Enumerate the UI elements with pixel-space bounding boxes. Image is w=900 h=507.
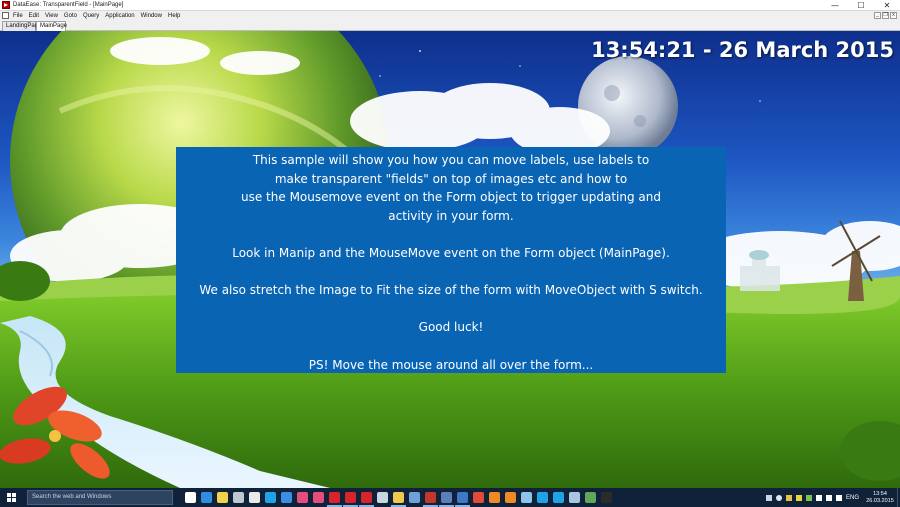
computer-icon[interactable] [455, 492, 470, 507]
skype-icon-3[interactable] [553, 492, 564, 503]
tab-mainpage[interactable]: MainPage [36, 21, 67, 31]
notification-icon[interactable] [835, 494, 842, 501]
info-panel: This sample will show you how you can mo… [176, 147, 726, 373]
app-icon-3[interactable] [313, 492, 324, 503]
dataease-icon-3[interactable] [359, 492, 374, 507]
form-background-image[interactable]: 13:54:21 - 26 March 2015 This sample wil… [0, 31, 900, 488]
app-icon-9[interactable] [569, 492, 580, 503]
menu-query[interactable]: Query [83, 13, 99, 19]
menu-help[interactable]: Help [168, 13, 180, 19]
menu-bar: File Edit View Goto Query Application Wi… [0, 11, 900, 20]
info-gap [176, 337, 726, 356]
mdi-close-button[interactable]: x [890, 12, 897, 19]
skype-icon-2[interactable] [537, 492, 548, 503]
chrome-icon[interactable] [473, 492, 484, 503]
windows-logo-icon [6, 493, 16, 502]
mdi-minimize-button[interactable]: _ [874, 12, 881, 19]
menu-view[interactable]: View [45, 13, 58, 19]
menu-edit[interactable]: Edit [29, 13, 39, 19]
taskbar-date: 26.03.2015 [866, 497, 894, 504]
dataease-app-icon[interactable] [2, 1, 10, 9]
start-button[interactable] [0, 488, 22, 507]
skype-icon[interactable] [265, 492, 276, 503]
pen-icon[interactable] [233, 492, 244, 503]
maximize-button[interactable]: ☐ [848, 0, 874, 11]
menu-file[interactable]: File [13, 13, 23, 19]
window-controls: — ☐ ✕ [822, 0, 900, 11]
taskbar-clock[interactable]: 13:54 26.03.2015 [865, 491, 895, 505]
app-icon-10[interactable] [585, 492, 596, 503]
document-icon[interactable] [2, 12, 9, 19]
info-line: PS! Move the mouse around all over the f… [308, 357, 594, 372]
store-icon[interactable] [249, 492, 260, 503]
info-line: activity in your form. [388, 208, 514, 223]
window-title: DataEase: TransparentField - [MainPage] [13, 2, 124, 8]
dataease-icon[interactable] [327, 492, 342, 507]
terminal-icon[interactable] [601, 492, 612, 503]
grid-icon[interactable] [765, 494, 772, 501]
close-button[interactable]: ✕ [874, 0, 900, 11]
tab-strip: LandingPage MainPage [0, 20, 900, 31]
info-line: make transparent "fields" on top of imag… [274, 171, 628, 186]
firefox-icon-2[interactable] [505, 492, 516, 503]
info-line: We also stretch the Image to Fit the siz… [199, 283, 703, 298]
menu-window[interactable]: Window [141, 13, 162, 19]
clock-label: 13:54:21 - 26 March 2015 [591, 38, 894, 62]
network-icon[interactable] [815, 494, 822, 501]
camera-icon[interactable] [805, 494, 812, 501]
taskbar-pinned-icons [185, 492, 612, 507]
app-icon-1[interactable] [281, 492, 292, 503]
app-icon-4[interactable] [377, 492, 388, 503]
taskbar: Search the web and Windows ENG 13:54 26.… [0, 488, 900, 507]
edge-browser-icon[interactable] [201, 492, 212, 503]
cloud-icon[interactable] [775, 494, 782, 501]
system-tray: ENG 13:54 26.03.2015 [765, 488, 900, 507]
info-line: Look in Manip and the MouseMove event on… [232, 245, 670, 260]
dataease-icon-2[interactable] [343, 492, 358, 507]
folder-icon[interactable] [391, 492, 406, 507]
app-icon-8[interactable] [521, 492, 532, 503]
app-icon-7[interactable] [439, 492, 454, 507]
title-bar: DataEase: TransparentField - [MainPage] … [0, 0, 900, 11]
firefox-icon[interactable] [489, 492, 500, 503]
mdi-restore-button[interactable]: ❐ [882, 12, 889, 19]
info-gap [176, 263, 726, 282]
task-view-icon[interactable] [185, 492, 196, 503]
info-line: use the Mousemove event on the Form obje… [241, 190, 661, 205]
language-indicator[interactable]: ENG [846, 495, 859, 501]
folder-tray-icon[interactable] [785, 494, 792, 501]
mdi-controls: _ ❐ x [874, 12, 897, 19]
notepad-icon[interactable] [217, 492, 228, 503]
menu-application[interactable]: Application [105, 13, 134, 19]
taskbar-time: 13:54 [873, 490, 887, 497]
volume-icon[interactable] [825, 494, 832, 501]
info-line: Good luck! [418, 320, 484, 335]
app-icon-5[interactable] [409, 492, 420, 503]
security-icon[interactable] [795, 494, 802, 501]
app-icon-2[interactable] [297, 492, 308, 503]
app-icon-6[interactable] [423, 492, 438, 507]
info-gap [176, 225, 726, 244]
menu-goto[interactable]: Goto [64, 13, 77, 19]
info-line: This sample will show you how you can mo… [252, 153, 650, 167]
info-gap [176, 300, 726, 319]
minimize-button[interactable]: — [822, 0, 848, 11]
taskbar-search-input[interactable]: Search the web and Windows [27, 490, 173, 505]
tab-landingpage[interactable]: LandingPage [2, 21, 41, 31]
